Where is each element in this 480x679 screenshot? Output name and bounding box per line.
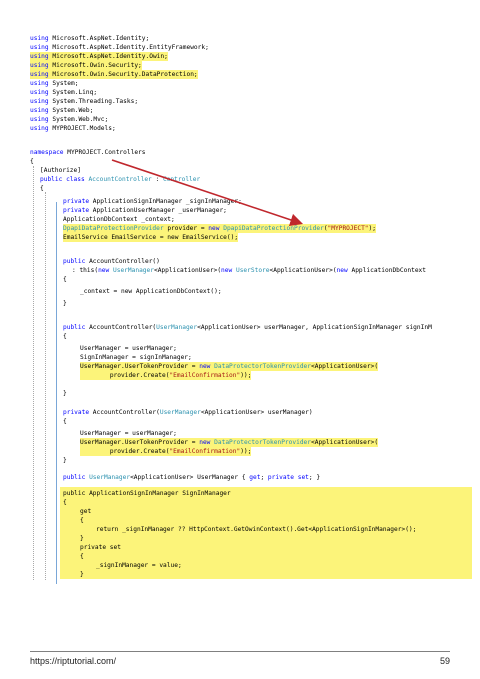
token-provider-highlighted: provider.Create("EmailConfirmation")); [80, 447, 252, 456]
setter-assignment: _signInManager = value; [96, 562, 182, 569]
property-signin-manager: public ApplicationSignInManager SignInMa… [63, 490, 231, 497]
constructor-default: public AccountController() [63, 258, 160, 265]
authorize-attribute: [Authorize] [40, 167, 81, 174]
using-line: using Microsoft.AspNet.Identity; [30, 35, 150, 42]
using-line-highlighted: using Microsoft.AspNet.Identity.Owin; [30, 52, 168, 61]
namespace-declaration: namespace MYPROJECT.Controllers [30, 149, 146, 156]
footer-divider [30, 651, 450, 652]
indent-guide-namespace [33, 166, 34, 580]
using-line: using System.Web.Mvc; [30, 116, 109, 123]
using-line: using System.Web; [30, 107, 94, 114]
using-line-highlighted: using Microsoft.Owin.Security.DataProtec… [30, 70, 198, 79]
indent-guide-class [45, 192, 46, 580]
return-statement: return _signInManager ?? HttpContext.Get… [96, 526, 417, 533]
context-assignment: _context = new ApplicationDbContext(); [80, 288, 222, 295]
using-line: using System.Linq; [30, 89, 98, 96]
token-provider-highlighted: provider.Create("EmailConfirmation")); [80, 371, 252, 380]
indent-guide-active [56, 202, 57, 584]
user-manager-assignment: UserManager = userManager; [80, 430, 177, 437]
brace: { [40, 185, 44, 192]
using-line: using Microsoft.AspNet.Identity.EntityFr… [30, 44, 209, 51]
brace: { [63, 333, 67, 340]
page-number: 59 [439, 656, 450, 666]
constructor-two-params: public AccountController(UserManager<App… [63, 324, 432, 331]
brace: } [63, 300, 67, 307]
constructor-private: private AccountController(UserManager<Ap… [63, 409, 313, 416]
code-editor: using Microsoft.AspNet.Identity; using M… [0, 34, 480, 594]
using-line: using MYPROJECT.Models; [30, 125, 116, 132]
using-line: using System.Threading.Tasks; [30, 98, 139, 105]
using-line: using System; [30, 80, 79, 87]
token-provider-highlighted: UserManager.UserTokenProvider = new Data… [80, 438, 379, 447]
user-manager-assignment: UserManager = userManager; [80, 345, 177, 352]
field-provider-highlighted: DpapiDataProtectionProvider provider = n… [63, 224, 376, 233]
constructor-this-call: : this(new UserManager<ApplicationUser>(… [72, 267, 426, 274]
field-email-service-highlighted: EmailService EmailService = new EmailSer… [63, 233, 239, 242]
getter-keyword: get [80, 508, 92, 515]
brace: { [63, 276, 67, 283]
brace: { [80, 517, 84, 524]
brace: { [80, 553, 84, 560]
class-declaration: public class AccountController : Control… [40, 176, 201, 183]
signin-manager-assignment: SignInManager = signInManager; [80, 354, 192, 361]
token-provider-highlighted: UserManager.UserTokenProvider = new Data… [80, 362, 379, 371]
brace: { [63, 418, 67, 425]
brace: } [80, 571, 84, 578]
brace: { [30, 158, 34, 165]
brace: } [63, 390, 67, 397]
brace: } [63, 457, 67, 464]
field-context: ApplicationDbContext _context; [63, 216, 175, 223]
brace: { [63, 499, 67, 506]
brace: } [80, 535, 84, 542]
field-signin-manager: private ApplicationSignInManager _signIn… [63, 198, 242, 205]
using-line-highlighted: using Microsoft.Owin.Security; [30, 61, 142, 70]
footer-url[interactable]: https://riptutorial.com/ [30, 656, 116, 666]
field-user-manager: private ApplicationUserManager _userMana… [63, 207, 227, 214]
setter-keyword: private set [80, 544, 121, 551]
property-user-manager: public UserManager<ApplicationUser> User… [63, 474, 321, 481]
